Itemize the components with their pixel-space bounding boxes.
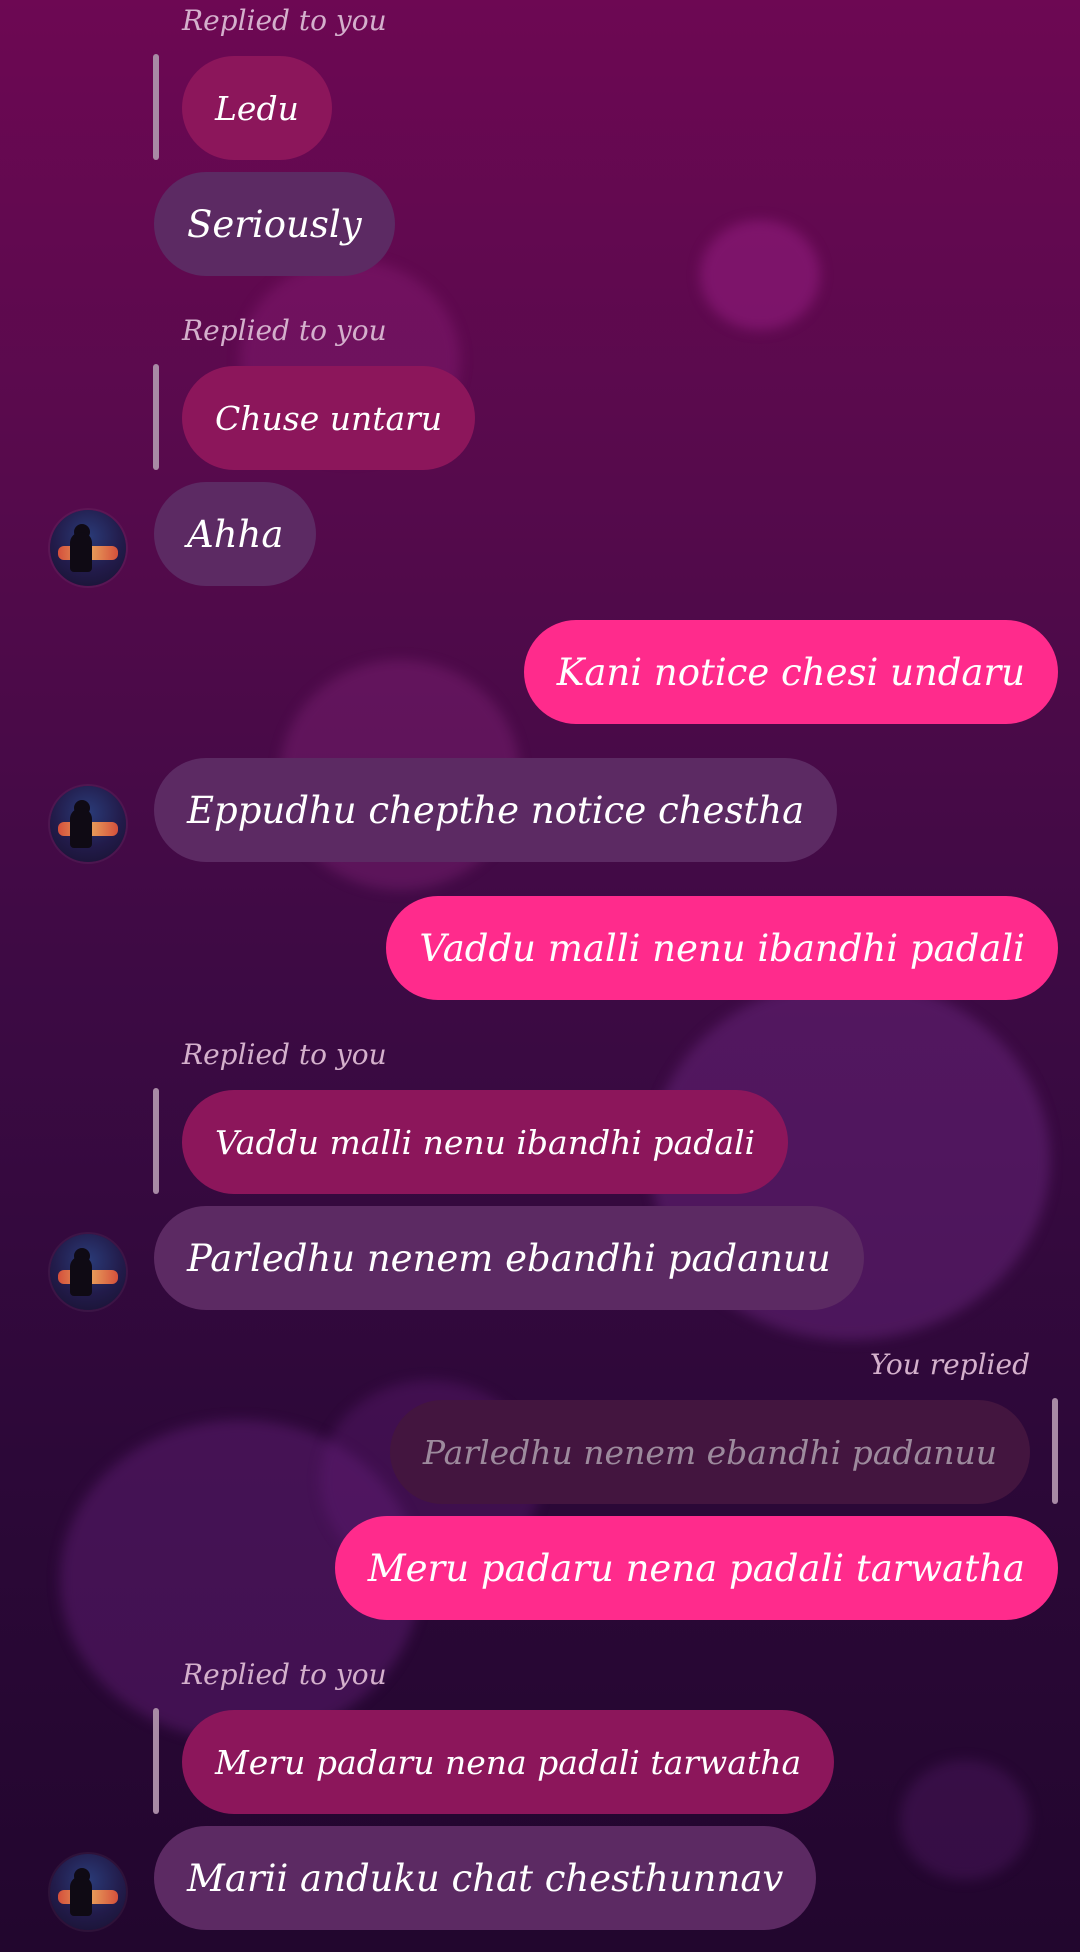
incoming-message-bubble[interactable]: Eppudhu chepthe notice chestha — [154, 758, 838, 862]
replied-message-bubble[interactable]: Ledu — [182, 56, 332, 160]
replied-message-bubble[interactable]: Meru padaru nena padali tarwatha — [182, 1710, 835, 1814]
replied-message-text: Meru padaru nena padali tarwatha — [215, 1742, 802, 1782]
reply-indicator-bar — [153, 54, 159, 160]
reply-indicator-bar — [153, 1088, 159, 1194]
replied-message-text: Chuse untaru — [215, 398, 443, 438]
reply-indicator-bar — [153, 1708, 159, 1814]
incoming-message-bubble[interactable]: Parledhu nenem ebandhi padanuu — [154, 1206, 864, 1310]
message-text: Kani notice chesi undaru — [556, 650, 1025, 694]
quoted-message-text: Parledhu nenem ebandhi padanuu — [422, 1432, 997, 1472]
incoming-message-bubble[interactable]: Seriously — [154, 172, 395, 276]
reply-indicator-bar — [1052, 1398, 1058, 1504]
replied-to-you-label: Replied to you — [182, 1658, 387, 1691]
contact-avatar[interactable] — [50, 510, 126, 586]
contact-avatar[interactable] — [50, 1854, 126, 1930]
contact-avatar[interactable] — [50, 786, 126, 862]
background-heart — [900, 1760, 1030, 1880]
message-text: Meru padaru nena padali tarwatha — [367, 1546, 1025, 1590]
incoming-message-bubble[interactable]: Ahha — [154, 482, 317, 586]
reply-indicator-bar — [153, 364, 159, 470]
contact-avatar[interactable] — [50, 1234, 126, 1310]
you-replied-label: You replied — [869, 1348, 1030, 1381]
message-text: Parledhu nenem ebandhi padanuu — [187, 1236, 831, 1280]
outgoing-message-bubble[interactable]: Kani notice chesi undaru — [523, 620, 1058, 724]
replied-to-you-label: Replied to you — [182, 4, 387, 37]
message-text: Seriously — [187, 202, 362, 246]
background-heart — [700, 220, 820, 330]
message-text: Vaddu malli nenu ibandhi padali — [419, 926, 1025, 970]
own-quoted-message-bubble[interactable]: Parledhu nenem ebandhi padanuu — [389, 1400, 1030, 1504]
message-text: Eppudhu chepthe notice chestha — [187, 788, 805, 832]
replied-message-bubble[interactable]: Chuse untaru — [182, 366, 476, 470]
replied-message-text: Vaddu malli nenu ibandhi padali — [215, 1122, 756, 1162]
replied-message-bubble[interactable]: Vaddu malli nenu ibandhi padali — [182, 1090, 789, 1194]
message-text: Marii anduku chat chesthunnav — [187, 1856, 784, 1900]
message-text: Ahha — [187, 512, 284, 556]
incoming-message-bubble[interactable]: Marii anduku chat chesthunnav — [154, 1826, 817, 1930]
outgoing-message-bubble[interactable]: Meru padaru nena padali tarwatha — [334, 1516, 1058, 1620]
replied-message-text: Ledu — [215, 88, 299, 128]
replied-to-you-label: Replied to you — [182, 314, 387, 347]
outgoing-message-bubble[interactable]: Vaddu malli nenu ibandhi padali — [386, 896, 1058, 1000]
replied-to-you-label: Replied to you — [182, 1038, 387, 1071]
